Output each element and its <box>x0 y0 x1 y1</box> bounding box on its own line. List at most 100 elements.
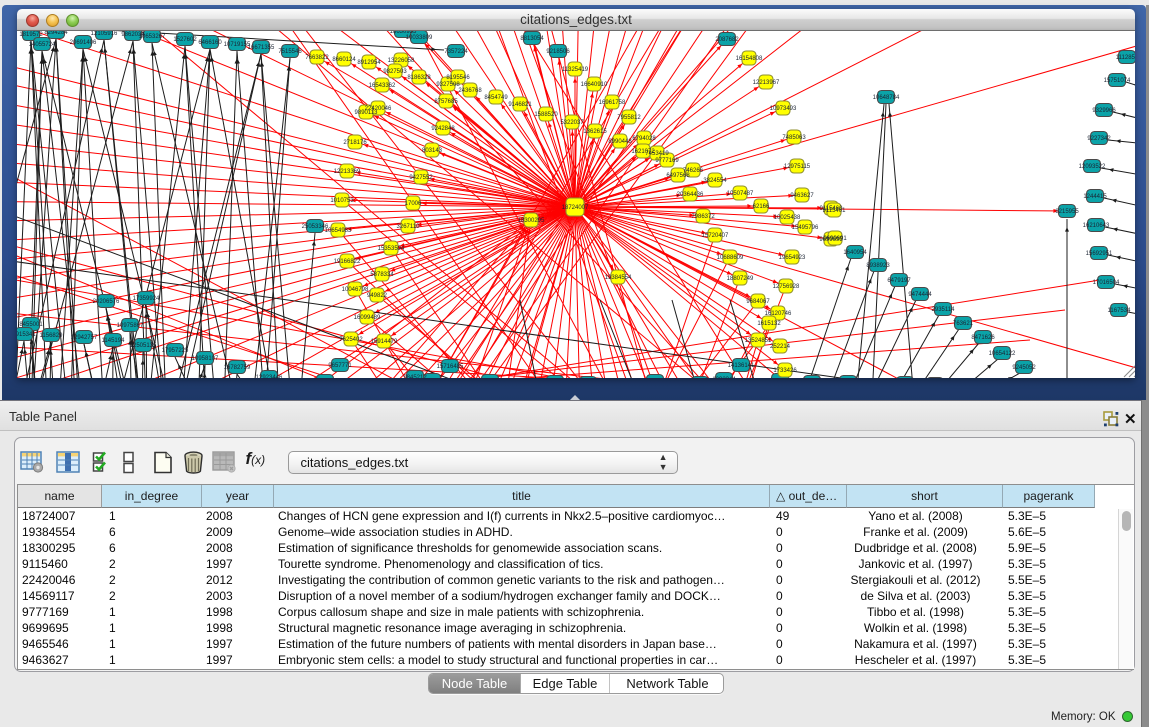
svg-text:8990448: 8990448 <box>608 139 632 145</box>
svg-text:9242848: 9242848 <box>431 126 455 132</box>
svg-text:16782759: 16782759 <box>224 365 251 371</box>
svg-text:10653267: 10653267 <box>139 34 166 40</box>
svg-text:6479197: 6479197 <box>887 278 911 284</box>
svg-text:1362615: 1362615 <box>583 129 607 135</box>
svg-text:7663822: 7663822 <box>305 55 329 61</box>
svg-text:1527602: 1527602 <box>173 37 197 43</box>
svg-text:11325419: 11325419 <box>562 67 589 73</box>
svg-text:8454749: 8454749 <box>484 95 508 101</box>
svg-text:8757685: 8757685 <box>434 99 458 105</box>
svg-text:1244415: 1244415 <box>1083 194 1107 200</box>
svg-text:16671355: 16671355 <box>248 45 275 51</box>
svg-text:9218506: 9218506 <box>546 49 570 55</box>
svg-text:16210643: 16210643 <box>1083 223 1110 229</box>
svg-text:16154808: 16154808 <box>736 56 763 62</box>
svg-text:12105916: 12105916 <box>91 31 118 37</box>
svg-text:1640954: 1640954 <box>843 250 867 256</box>
svg-text:18724007: 18724007 <box>562 205 589 211</box>
svg-text:6794028: 6794028 <box>632 136 656 142</box>
svg-text:15353594: 15353594 <box>378 246 405 252</box>
svg-text:9245052: 9245052 <box>1012 365 1036 371</box>
svg-text:9146821: 9146821 <box>508 102 532 108</box>
svg-text:13226058: 13226058 <box>388 58 415 64</box>
svg-text:12975115: 12975115 <box>784 164 811 170</box>
svg-text:18300295: 18300295 <box>518 218 545 224</box>
svg-text:252214: 252214 <box>770 344 791 350</box>
svg-text:19166822: 19166822 <box>334 259 361 265</box>
svg-text:9890113: 9890113 <box>355 110 379 116</box>
svg-text:1092344: 1092344 <box>712 377 736 378</box>
svg-text:1145194: 1145194 <box>102 338 126 344</box>
svg-text:10033809: 10033809 <box>406 35 433 41</box>
svg-text:6466160: 6466160 <box>198 40 222 46</box>
svg-text:1615132: 1615132 <box>757 321 781 327</box>
svg-text:1112853: 1112853 <box>1116 55 1135 61</box>
svg-text:5322037: 5322037 <box>560 120 584 126</box>
svg-text:15716485: 15716485 <box>437 364 464 370</box>
svg-text:8186328: 8186328 <box>407 75 431 81</box>
svg-text:1733426: 1733426 <box>773 368 797 374</box>
svg-text:7515546: 7515546 <box>278 49 302 55</box>
svg-text:17957225: 17957225 <box>162 348 189 354</box>
svg-text:7485063: 7485063 <box>782 135 806 141</box>
svg-text:7453419: 7453419 <box>645 151 669 157</box>
svg-text:9777169: 9777169 <box>655 158 679 164</box>
svg-text:10654983: 10654983 <box>325 228 352 234</box>
svg-text:20206576: 20206576 <box>93 299 120 305</box>
svg-text:14055724: 14055724 <box>29 42 56 48</box>
svg-text:17016504: 17016504 <box>1093 280 1120 286</box>
svg-text:9327508: 9327508 <box>436 82 460 88</box>
svg-text:12213967: 12213967 <box>753 80 780 86</box>
svg-text:8215955: 8215955 <box>1055 209 1079 215</box>
svg-text:10648784: 10648784 <box>873 95 900 101</box>
svg-text:7357224: 7357224 <box>444 49 468 55</box>
svg-text:9227342: 9227342 <box>1087 136 1111 142</box>
svg-text:19384554: 19384554 <box>605 275 632 281</box>
svg-text:16640910: 16640910 <box>581 82 608 88</box>
svg-text:15495796: 15495796 <box>792 225 819 231</box>
svg-text:16120746: 16120746 <box>765 311 792 317</box>
svg-text:10654122: 10654122 <box>989 351 1016 357</box>
svg-text:8938923: 8938923 <box>866 263 890 269</box>
svg-text:2935114: 2935114 <box>932 307 956 313</box>
svg-text:15692951: 15692951 <box>1086 251 1113 257</box>
svg-text:9463627: 9463627 <box>790 193 814 199</box>
svg-text:17006: 17006 <box>405 201 422 207</box>
svg-text:949822: 949822 <box>367 293 388 299</box>
svg-text:14136141: 14136141 <box>728 363 755 369</box>
svg-text:7955812: 7955812 <box>617 115 641 121</box>
svg-text:7625402: 7625402 <box>339 337 363 343</box>
svg-text:8195546: 8195546 <box>446 75 470 81</box>
svg-text:8294284: 8294284 <box>44 31 68 36</box>
svg-text:12942757: 12942757 <box>71 335 98 341</box>
svg-text:3915341: 3915341 <box>17 332 36 338</box>
svg-text:5878334: 5878334 <box>370 272 394 278</box>
svg-text:20364436: 20364436 <box>677 192 704 198</box>
svg-text:10958107: 10958107 <box>192 356 219 362</box>
svg-text:12093522: 12093522 <box>1079 164 1106 170</box>
svg-text:3267110: 3267110 <box>397 224 421 230</box>
svg-text:763621: 763621 <box>953 321 974 327</box>
svg-text:10688609: 10688609 <box>717 255 744 261</box>
svg-text:62166: 62166 <box>753 204 770 210</box>
svg-text:1010753: 1010753 <box>330 198 354 204</box>
svg-text:8813054: 8813054 <box>520 36 544 42</box>
svg-text:10025438: 10025438 <box>774 215 801 221</box>
svg-text:8660124: 8660124 <box>332 57 356 63</box>
svg-text:8912954: 8912954 <box>357 60 381 66</box>
svg-text:9427552: 9427552 <box>409 175 433 181</box>
svg-text:16543362: 16543362 <box>369 83 396 89</box>
svg-text:10975867: 10975867 <box>117 323 144 329</box>
svg-text:803143: 803143 <box>422 148 443 154</box>
svg-text:9657771: 9657771 <box>328 363 352 369</box>
svg-text:7986372: 7986372 <box>691 214 715 220</box>
svg-text:19654923: 19654923 <box>779 255 806 261</box>
svg-text:12505135: 12505135 <box>130 343 157 349</box>
svg-text:2718176: 2718176 <box>343 140 367 146</box>
svg-text:12923446: 12923446 <box>256 375 283 378</box>
svg-text:20691406: 20691406 <box>70 40 97 46</box>
svg-text:8455001: 8455001 <box>19 322 43 328</box>
svg-text:17359924: 17359924 <box>133 296 160 302</box>
svg-text:1819572: 1819572 <box>19 32 43 38</box>
svg-text:15751074: 15751074 <box>1104 78 1131 84</box>
